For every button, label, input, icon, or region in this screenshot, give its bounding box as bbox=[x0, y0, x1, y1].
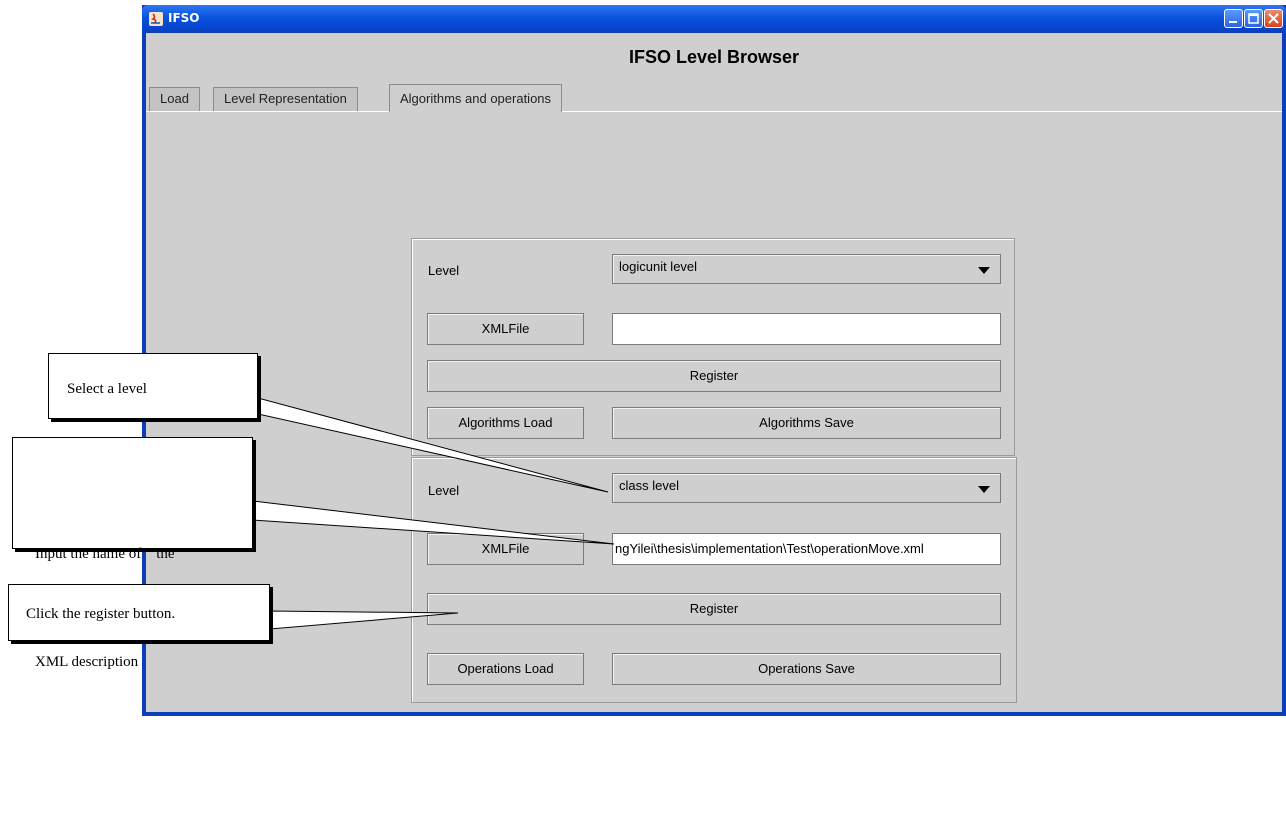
annotation-click-register: Click the register button. bbox=[8, 584, 270, 641]
annotation-text: Input the name of the bbox=[35, 546, 175, 562]
annotation-text: Click the register button. bbox=[26, 606, 176, 622]
tab-algorithms-and-operations[interactable]: Algorithms and operations bbox=[389, 84, 563, 112]
annotation-input-name: Input the name of the XML description bbox=[12, 437, 253, 670]
callout-pointer-select-level bbox=[257, 397, 609, 493]
callout-pointer-register bbox=[269, 610, 459, 630]
annotation-text: Select a level bbox=[67, 381, 147, 397]
annotation-select-level: Select a level bbox=[48, 353, 258, 419]
annotation-text: XML description bbox=[35, 654, 139, 670]
callout-pointer-input-name bbox=[252, 500, 615, 545]
